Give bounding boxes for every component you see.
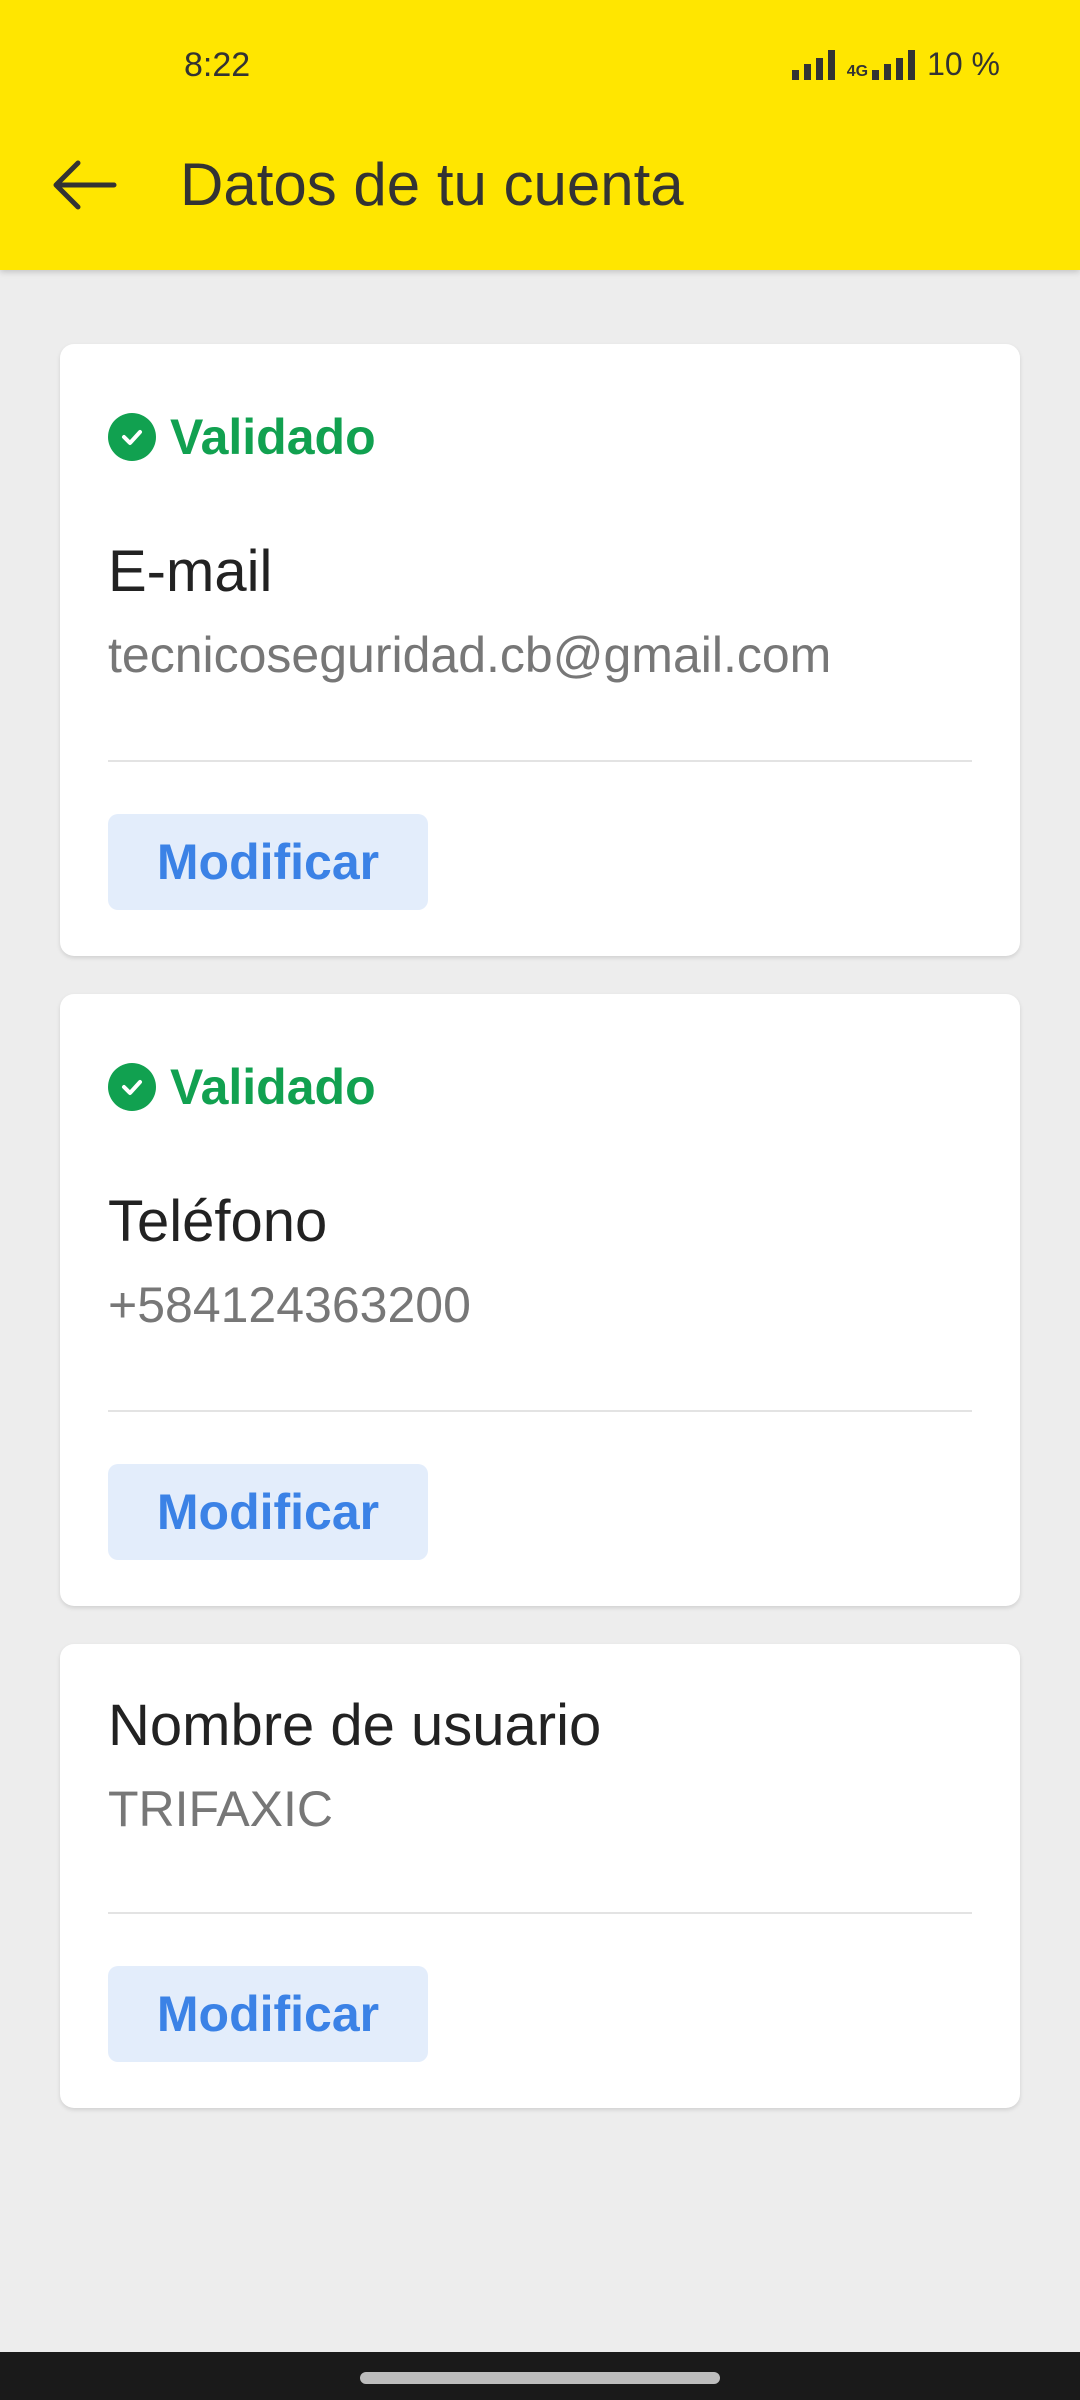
- signal-icon: [791, 49, 835, 80]
- modify-email-button[interactable]: Modificar: [108, 814, 428, 910]
- divider: [108, 1410, 972, 1412]
- check-circle-icon: [108, 413, 156, 461]
- status-time: 8:22: [184, 46, 251, 84]
- email-label: E-mail: [108, 539, 273, 604]
- phone-value: +584124363200: [108, 1277, 471, 1333]
- validated-badge: Validado: [108, 1058, 376, 1116]
- modify-username-button[interactable]: Modificar: [108, 1966, 428, 2062]
- battery-level: 10 %: [927, 46, 1000, 82]
- validated-label: Validado: [170, 409, 376, 465]
- system-nav-bar: [0, 2352, 1080, 2400]
- validated-badge: Validado: [108, 408, 376, 466]
- divider: [108, 1912, 972, 1914]
- validated-label: Validado: [170, 1059, 376, 1115]
- username-value: TRIFAXIC: [108, 1781, 334, 1837]
- email-value: tecnicoseguridad.cb@gmail.com: [108, 627, 832, 683]
- email-card: Validado E-mail tecnicoseguridad.cb@gmai…: [60, 344, 1020, 956]
- network-4g-icon: 4G: [846, 49, 916, 80]
- page-title: Datos de tu cuenta: [180, 151, 684, 218]
- username-card: Nombre de usuario TRIFAXIC Modificar: [60, 1644, 1020, 2108]
- network-type: 4G: [846, 62, 869, 80]
- modify-phone-button[interactable]: Modificar: [108, 1464, 428, 1560]
- phone-card: Validado Teléfono +584124363200 Modifica…: [60, 994, 1020, 1606]
- username-label: Nombre de usuario: [108, 1693, 602, 1758]
- home-gesture-handle[interactable]: [360, 2372, 720, 2384]
- status-icons: 4G 10 %: [791, 46, 1000, 83]
- arrow-left-icon: [53, 160, 117, 210]
- check-circle-icon: [108, 1063, 156, 1111]
- back-button[interactable]: [44, 150, 124, 220]
- app-header: 8:22 4G 10 % Datos de tu cuenta: [0, 0, 1080, 270]
- divider: [108, 760, 972, 762]
- phone-label: Teléfono: [108, 1189, 328, 1254]
